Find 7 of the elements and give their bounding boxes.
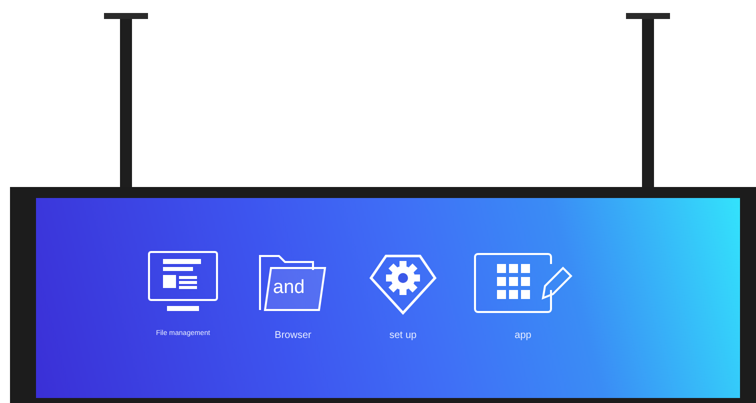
app-launcher[interactable]: and Browser <box>253 250 333 341</box>
app-launcher[interactable]: set up <box>363 250 443 341</box>
app-label: set up <box>389 330 417 341</box>
app-launcher[interactable]: app <box>473 250 573 341</box>
app-label: app <box>514 330 532 341</box>
app-grid-edit-icon <box>473 250 573 316</box>
app-label: Browser <box>274 330 312 341</box>
